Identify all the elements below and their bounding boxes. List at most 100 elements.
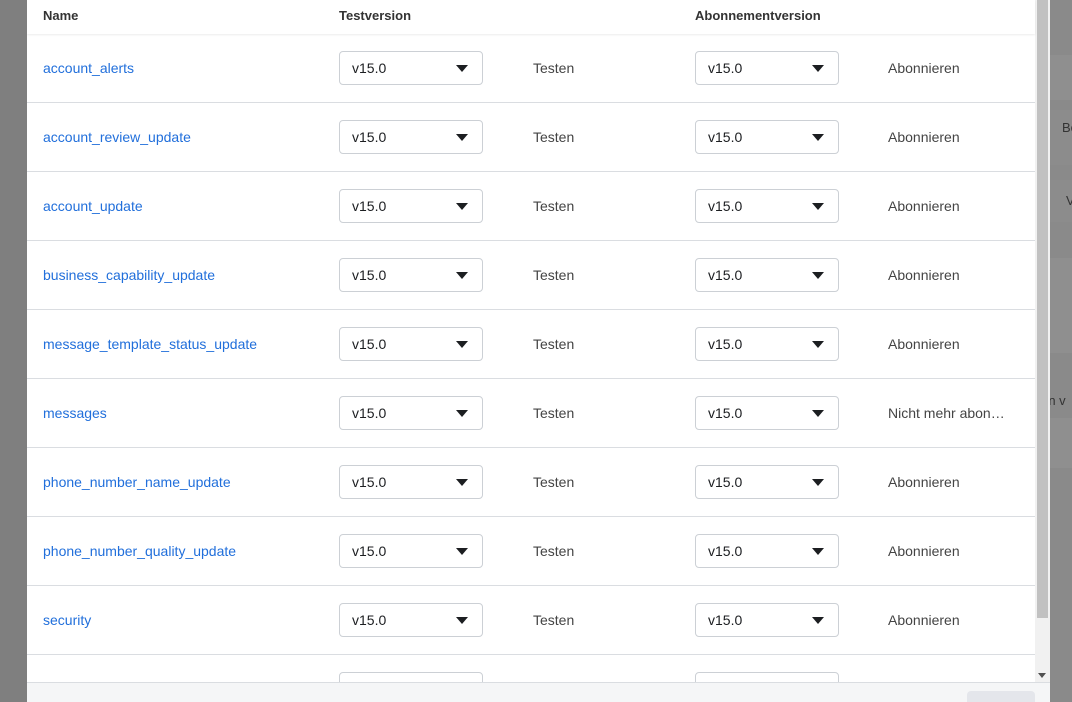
footer-button[interactable] xyxy=(967,691,1035,702)
subscription-version-value: v15.0 xyxy=(708,129,743,145)
background-block xyxy=(1050,418,1072,468)
background-block xyxy=(1050,55,1072,100)
subscription-version-select[interactable]: v15.0 xyxy=(695,258,839,292)
caret-down-icon xyxy=(812,410,824,417)
subscription-version-select[interactable]: v15.0 xyxy=(695,189,839,223)
test-button[interactable]: Testen xyxy=(533,267,574,283)
subscribe-button[interactable]: Abonnieren xyxy=(888,267,1008,283)
caret-down-icon xyxy=(456,617,468,624)
subscription-version-select[interactable]: v15.0 xyxy=(695,603,839,637)
field-name-link[interactable]: message_template_status_update xyxy=(43,336,257,352)
test-version-value: v15.0 xyxy=(352,60,387,76)
column-header-name: Name xyxy=(43,8,79,23)
unsubscribe-button[interactable]: Nicht mehr abon… xyxy=(888,405,1008,421)
table-row xyxy=(27,655,1035,682)
field-name-link[interactable]: security xyxy=(43,612,91,628)
webhook-fields-table: account_alerts v15.0 Testen v15.0 Abonni… xyxy=(27,34,1035,682)
caret-down-icon xyxy=(812,617,824,624)
subscription-version-value: v15.0 xyxy=(708,60,743,76)
subscription-version-select[interactable]: v15.0 xyxy=(695,327,839,361)
caret-down-icon xyxy=(812,134,824,141)
caret-down-icon xyxy=(812,203,824,210)
caret-down-icon xyxy=(456,65,468,72)
subscription-version-value: v15.0 xyxy=(708,405,743,421)
table-row: account_review_update v15.0 Testen v15.0… xyxy=(27,103,1035,172)
caret-down-icon xyxy=(456,410,468,417)
field-name-link[interactable]: account_update xyxy=(43,198,143,214)
test-version-value: v15.0 xyxy=(352,267,387,283)
test-version-select[interactable]: v15.0 xyxy=(339,189,483,223)
caret-down-icon xyxy=(456,479,468,486)
subscribe-button[interactable]: Abonnieren xyxy=(888,129,1008,145)
subscribe-button[interactable]: Abonnieren xyxy=(888,612,1008,628)
caret-down-icon xyxy=(812,479,824,486)
test-version-select[interactable]: v15.0 xyxy=(339,465,483,499)
table-row: phone_number_quality_update v15.0 Testen… xyxy=(27,517,1035,586)
scroll-down-arrow-icon[interactable] xyxy=(1038,673,1046,678)
scrollbar-thumb[interactable] xyxy=(1037,0,1048,618)
background-block xyxy=(1050,110,1072,165)
vertical-scrollbar[interactable] xyxy=(1035,0,1050,682)
background-block xyxy=(1050,258,1072,353)
subscription-version-value: v15.0 xyxy=(708,267,743,283)
test-button[interactable]: Testen xyxy=(533,60,574,76)
column-header-test-version: Testversion xyxy=(339,8,412,23)
test-version-select[interactable]: v15.0 xyxy=(339,120,483,154)
background-text: V xyxy=(1066,193,1072,208)
subscription-version-value: v15.0 xyxy=(708,612,743,628)
caret-down-icon xyxy=(456,134,468,141)
subscription-version-select[interactable]: v15.0 xyxy=(695,534,839,568)
background-text: Bo xyxy=(1062,120,1072,135)
table-row: phone_number_name_update v15.0 Testen v1… xyxy=(27,448,1035,517)
test-button[interactable]: Testen xyxy=(533,129,574,145)
field-name-link[interactable]: business_capability_update xyxy=(43,267,215,283)
table-row: message_template_status_update v15.0 Tes… xyxy=(27,310,1035,379)
table-header: Name Testversion Abonnementversion xyxy=(27,0,1035,34)
caret-down-icon xyxy=(812,341,824,348)
test-version-value: v15.0 xyxy=(352,336,387,352)
test-version-select[interactable] xyxy=(339,672,483,682)
field-name-link[interactable]: account_review_update xyxy=(43,129,191,145)
caret-down-icon xyxy=(456,341,468,348)
test-version-select[interactable]: v15.0 xyxy=(339,51,483,85)
webhook-fields-dialog: Name Testversion Abonnementversion accou… xyxy=(27,0,1050,702)
test-version-select[interactable]: v15.0 xyxy=(339,603,483,637)
test-version-select[interactable]: v15.0 xyxy=(339,258,483,292)
test-version-select[interactable]: v15.0 xyxy=(339,327,483,361)
test-button[interactable]: Testen xyxy=(533,336,574,352)
dialog-footer xyxy=(27,682,1050,702)
caret-down-icon xyxy=(812,65,824,72)
test-button[interactable]: Testen xyxy=(533,474,574,490)
caret-down-icon xyxy=(456,548,468,555)
caret-down-icon xyxy=(456,203,468,210)
subscription-version-value: v15.0 xyxy=(708,474,743,490)
field-name-link[interactable]: phone_number_quality_update xyxy=(43,543,236,559)
field-name-link[interactable]: phone_number_name_update xyxy=(43,474,231,490)
test-version-select[interactable]: v15.0 xyxy=(339,534,483,568)
test-button[interactable]: Testen xyxy=(533,543,574,559)
caret-down-icon xyxy=(812,272,824,279)
test-version-value: v15.0 xyxy=(352,543,387,559)
subscribe-button[interactable]: Abonnieren xyxy=(888,198,1008,214)
caret-down-icon xyxy=(812,548,824,555)
caret-down-icon xyxy=(456,272,468,279)
subscription-version-select[interactable]: v15.0 xyxy=(695,51,839,85)
test-button[interactable]: Testen xyxy=(533,405,574,421)
table-row: business_capability_update v15.0 Testen … xyxy=(27,241,1035,310)
subscription-version-select[interactable]: v15.0 xyxy=(695,120,839,154)
subscription-version-select[interactable]: v15.0 xyxy=(695,465,839,499)
subscription-version-select[interactable]: v15.0 xyxy=(695,396,839,430)
test-button[interactable]: Testen xyxy=(533,612,574,628)
field-name-link[interactable]: account_alerts xyxy=(43,60,134,76)
subscribe-button[interactable]: Abonnieren xyxy=(888,336,1008,352)
subscription-version-select[interactable] xyxy=(695,672,839,682)
background-page: Bo V rn v xyxy=(1044,0,1072,702)
field-name-link[interactable]: messages xyxy=(43,405,107,421)
test-version-select[interactable]: v15.0 xyxy=(339,396,483,430)
subscribe-button[interactable]: Abonnieren xyxy=(888,543,1008,559)
test-button[interactable]: Testen xyxy=(533,198,574,214)
test-version-value: v15.0 xyxy=(352,405,387,421)
subscribe-button[interactable]: Abonnieren xyxy=(888,60,1008,76)
test-version-value: v15.0 xyxy=(352,474,387,490)
subscribe-button[interactable]: Abonnieren xyxy=(888,474,1008,490)
